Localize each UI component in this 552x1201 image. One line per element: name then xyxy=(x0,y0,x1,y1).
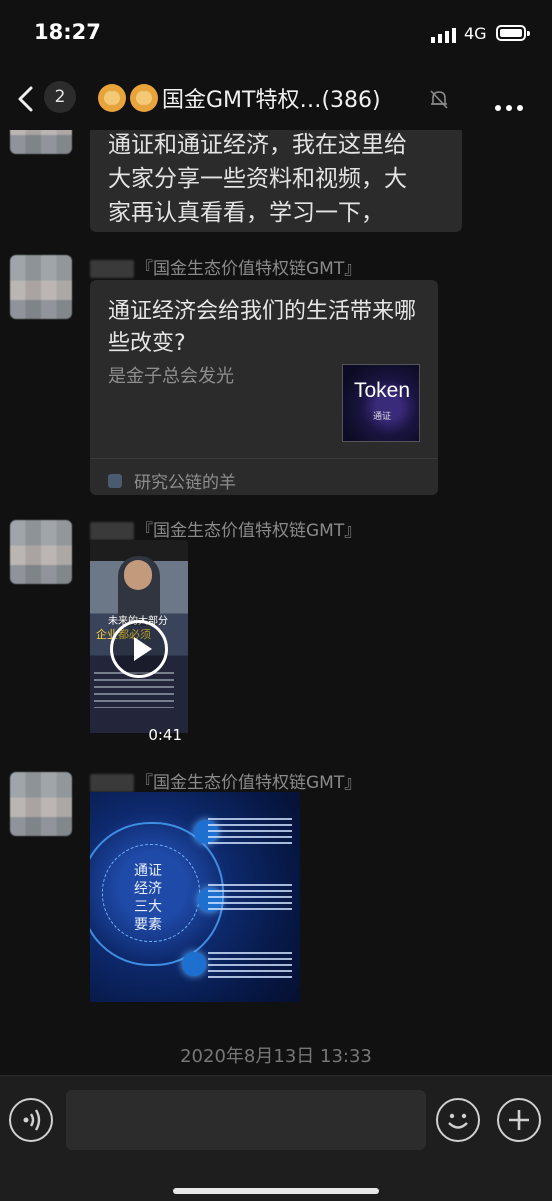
message-text-line: 家再认真看看，学习一下， xyxy=(108,200,384,226)
link-card-thumbnail: Token 通证 xyxy=(342,364,420,442)
status-bar: 18:27 4G xyxy=(0,0,552,66)
chat-title[interactable]: 国金GMT特权…(386) xyxy=(98,82,428,116)
image-center-text: 通证经济三大要素 xyxy=(134,863,162,933)
link-card-source: 研究公链的羊 xyxy=(134,473,236,493)
message-timestamp: 2020年8月13日 13:33 xyxy=(180,1046,372,1067)
thumbnail-subtext: 通证 xyxy=(372,412,391,422)
source-app-icon xyxy=(108,474,122,488)
play-icon[interactable] xyxy=(110,620,168,678)
avatar[interactable] xyxy=(10,520,72,584)
message-text-line: 通证和通证经济，我在这里给 xyxy=(108,132,407,158)
video-duration: 0:41 xyxy=(148,726,182,744)
voice-icon[interactable] xyxy=(9,1098,53,1142)
network-type: 4G xyxy=(464,24,487,43)
unread-count-badge[interactable]: 2 xyxy=(44,81,76,113)
link-card-description: 是金子总会发光 xyxy=(108,366,234,387)
link-card[interactable]: 通证经济会给我们的生活带来哪些改变? 是金子总会发光 Token 通证 研究公链… xyxy=(90,280,438,495)
video-message[interactable]: 未来的大部分 企业都必须 0:41 xyxy=(90,540,188,750)
status-time: 18:27 xyxy=(34,20,101,44)
text-message-bubble[interactable]: 通证和通证经济，我在这里给 大家分享一些资料和视频，大 家再认真看看，学习一下， xyxy=(90,130,462,232)
signal-icon xyxy=(431,28,456,43)
home-indicator[interactable] xyxy=(173,1188,379,1194)
sender-name: 『国金生态价值特权链GMT』 xyxy=(90,516,361,541)
link-card-title: 通证经济会给我们的生活带来哪些改变? xyxy=(108,299,417,356)
input-bar xyxy=(0,1075,552,1201)
lion-emoji-icon xyxy=(130,84,158,112)
message-text-line: 大家分享一些资料和视频，大 xyxy=(108,166,407,192)
message-list[interactable]: 通证和通证经济，我在这里给 大家分享一些资料和视频，大 家再认真看看，学习一下，… xyxy=(0,130,552,1075)
thumbnail-text: Token xyxy=(353,379,411,402)
lion-emoji-icon xyxy=(98,84,126,112)
mute-bell-icon xyxy=(430,90,448,109)
group-name: 国金GMT特权…(386) xyxy=(162,88,381,113)
emoji-icon[interactable] xyxy=(436,1098,480,1142)
message-input[interactable] xyxy=(66,1090,426,1150)
divider xyxy=(90,458,438,459)
back-icon[interactable] xyxy=(12,84,42,114)
image-message[interactable]: 通证经济三大要素 xyxy=(90,792,300,1002)
sender-name: 『国金生态价值特权链GMT』 xyxy=(90,768,361,793)
avatar[interactable] xyxy=(10,772,72,836)
avatar[interactable] xyxy=(10,130,72,154)
more-icon[interactable] xyxy=(495,96,528,115)
battery-icon xyxy=(496,25,530,41)
avatar[interactable] xyxy=(10,255,72,319)
chat-header: 2 国金GMT特权…(386) xyxy=(0,66,552,130)
sender-name: 『国金生态价值特权链GMT』 xyxy=(90,254,361,279)
plus-icon[interactable] xyxy=(497,1098,541,1142)
